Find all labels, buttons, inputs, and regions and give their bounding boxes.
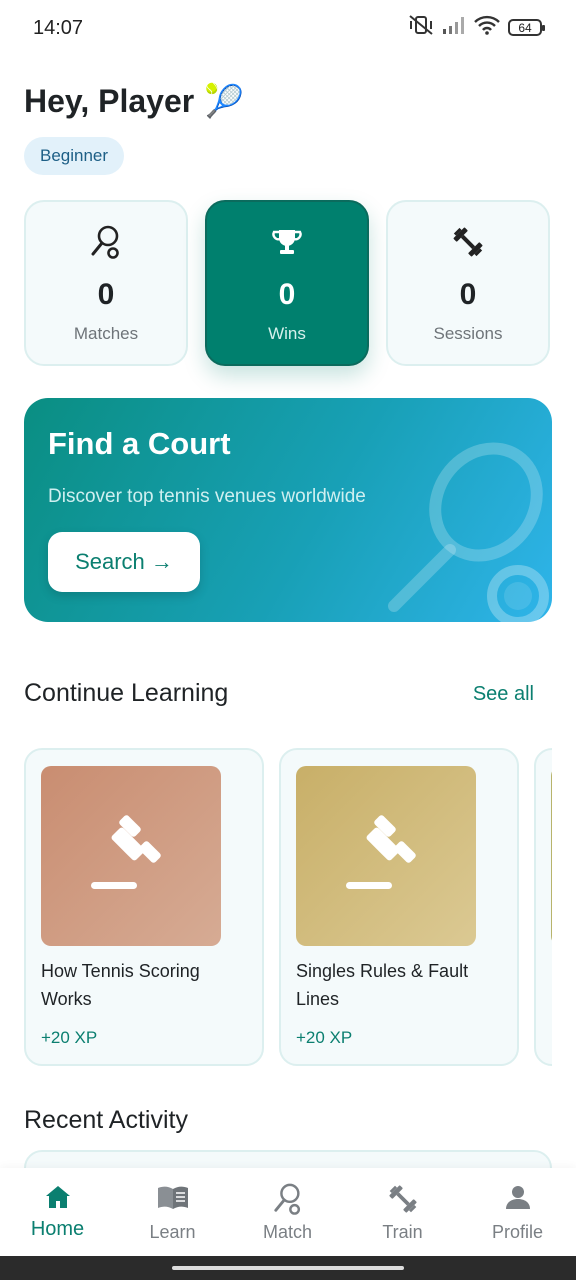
racket-icon	[230, 1182, 345, 1216]
stat-matches[interactable]: 0 Matches	[24, 200, 188, 366]
nav-label: Profile	[491, 1222, 544, 1242]
card-title: How Tennis Scoring Works	[41, 961, 200, 1009]
card-thumb-peek	[551, 766, 552, 946]
greeting-text: Hey, Player	[24, 82, 195, 119]
learning-card[interactable]: How Tennis Scoring Works +20 XP	[24, 748, 264, 1066]
wifi-icon	[474, 15, 500, 40]
find-court-banner: Find a Court Discover top tennis venues …	[24, 398, 552, 622]
book-icon	[115, 1182, 230, 1216]
nav-home[interactable]: Home	[0, 1168, 115, 1256]
gavel-icon	[41, 766, 221, 946]
card-title: Singles Rules & Fault Lines	[296, 961, 469, 1009]
battery-icon: 64	[508, 19, 545, 36]
profile-icon	[460, 1182, 575, 1216]
stat-label: Wins	[268, 324, 306, 343]
see-all-link[interactable]: See all	[473, 683, 534, 706]
stat-value: 0	[459, 278, 477, 311]
nav-label: Home	[30, 1218, 85, 1240]
nav-label: Train	[382, 1222, 423, 1242]
stat-wins[interactable]: 0 Wins	[205, 200, 369, 366]
nav-train[interactable]: Train	[345, 1168, 460, 1256]
stat-sessions[interactable]: 0 Sessions	[386, 200, 550, 366]
tennis-emoji-icon: 🎾	[204, 83, 245, 119]
nav-label: Learn	[149, 1222, 196, 1242]
status-bar: 14:07 64	[0, 0, 576, 56]
trophy-icon	[207, 224, 367, 262]
stat-value: 0	[97, 278, 115, 311]
banner-subtitle: Discover top tennis venues worldwide	[48, 486, 366, 507]
vibrate-off-icon	[408, 14, 434, 41]
gesture-bar	[0, 1256, 576, 1280]
stat-value: 0	[278, 278, 296, 311]
nav-match[interactable]: Match	[230, 1168, 345, 1256]
bottom-navigation: Home Learn Match Train Profile	[0, 1168, 576, 1256]
search-courts-button[interactable]: Search →	[48, 532, 200, 592]
learning-card-peek[interactable]	[534, 748, 552, 1066]
greeting-heading: Hey, Player 🎾	[24, 82, 244, 120]
banner-title: Find a Court	[48, 426, 231, 461]
status-time: 14:07	[33, 17, 84, 39]
recent-activity-title: Recent Activity	[24, 1106, 188, 1134]
learning-card[interactable]: Singles Rules & Fault Lines +20 XP	[279, 748, 519, 1066]
gavel-icon	[296, 766, 476, 946]
nav-learn[interactable]: Learn	[115, 1168, 230, 1256]
learning-cards-carousel[interactable]: How Tennis Scoring Works +20 XP Singles …	[24, 748, 552, 1068]
racket-illustration-icon	[388, 442, 549, 622]
racket-icon	[26, 224, 186, 262]
continue-learning-title: Continue Learning	[24, 679, 229, 707]
nav-label: Match	[262, 1222, 313, 1242]
level-badge: Beginner	[24, 137, 125, 175]
signal-icon	[442, 16, 466, 39]
status-icons: 64	[408, 14, 545, 41]
dumbbell-icon	[345, 1182, 460, 1216]
stat-label: Sessions	[433, 324, 503, 343]
dumbbell-icon	[388, 224, 548, 262]
stat-label: Matches	[73, 324, 139, 343]
card-xp: +20 XP	[41, 1028, 98, 1047]
card-xp: +20 XP	[296, 1028, 353, 1047]
gesture-handle[interactable]	[172, 1266, 404, 1270]
nav-profile[interactable]: Profile	[460, 1168, 575, 1256]
home-icon	[0, 1182, 115, 1216]
